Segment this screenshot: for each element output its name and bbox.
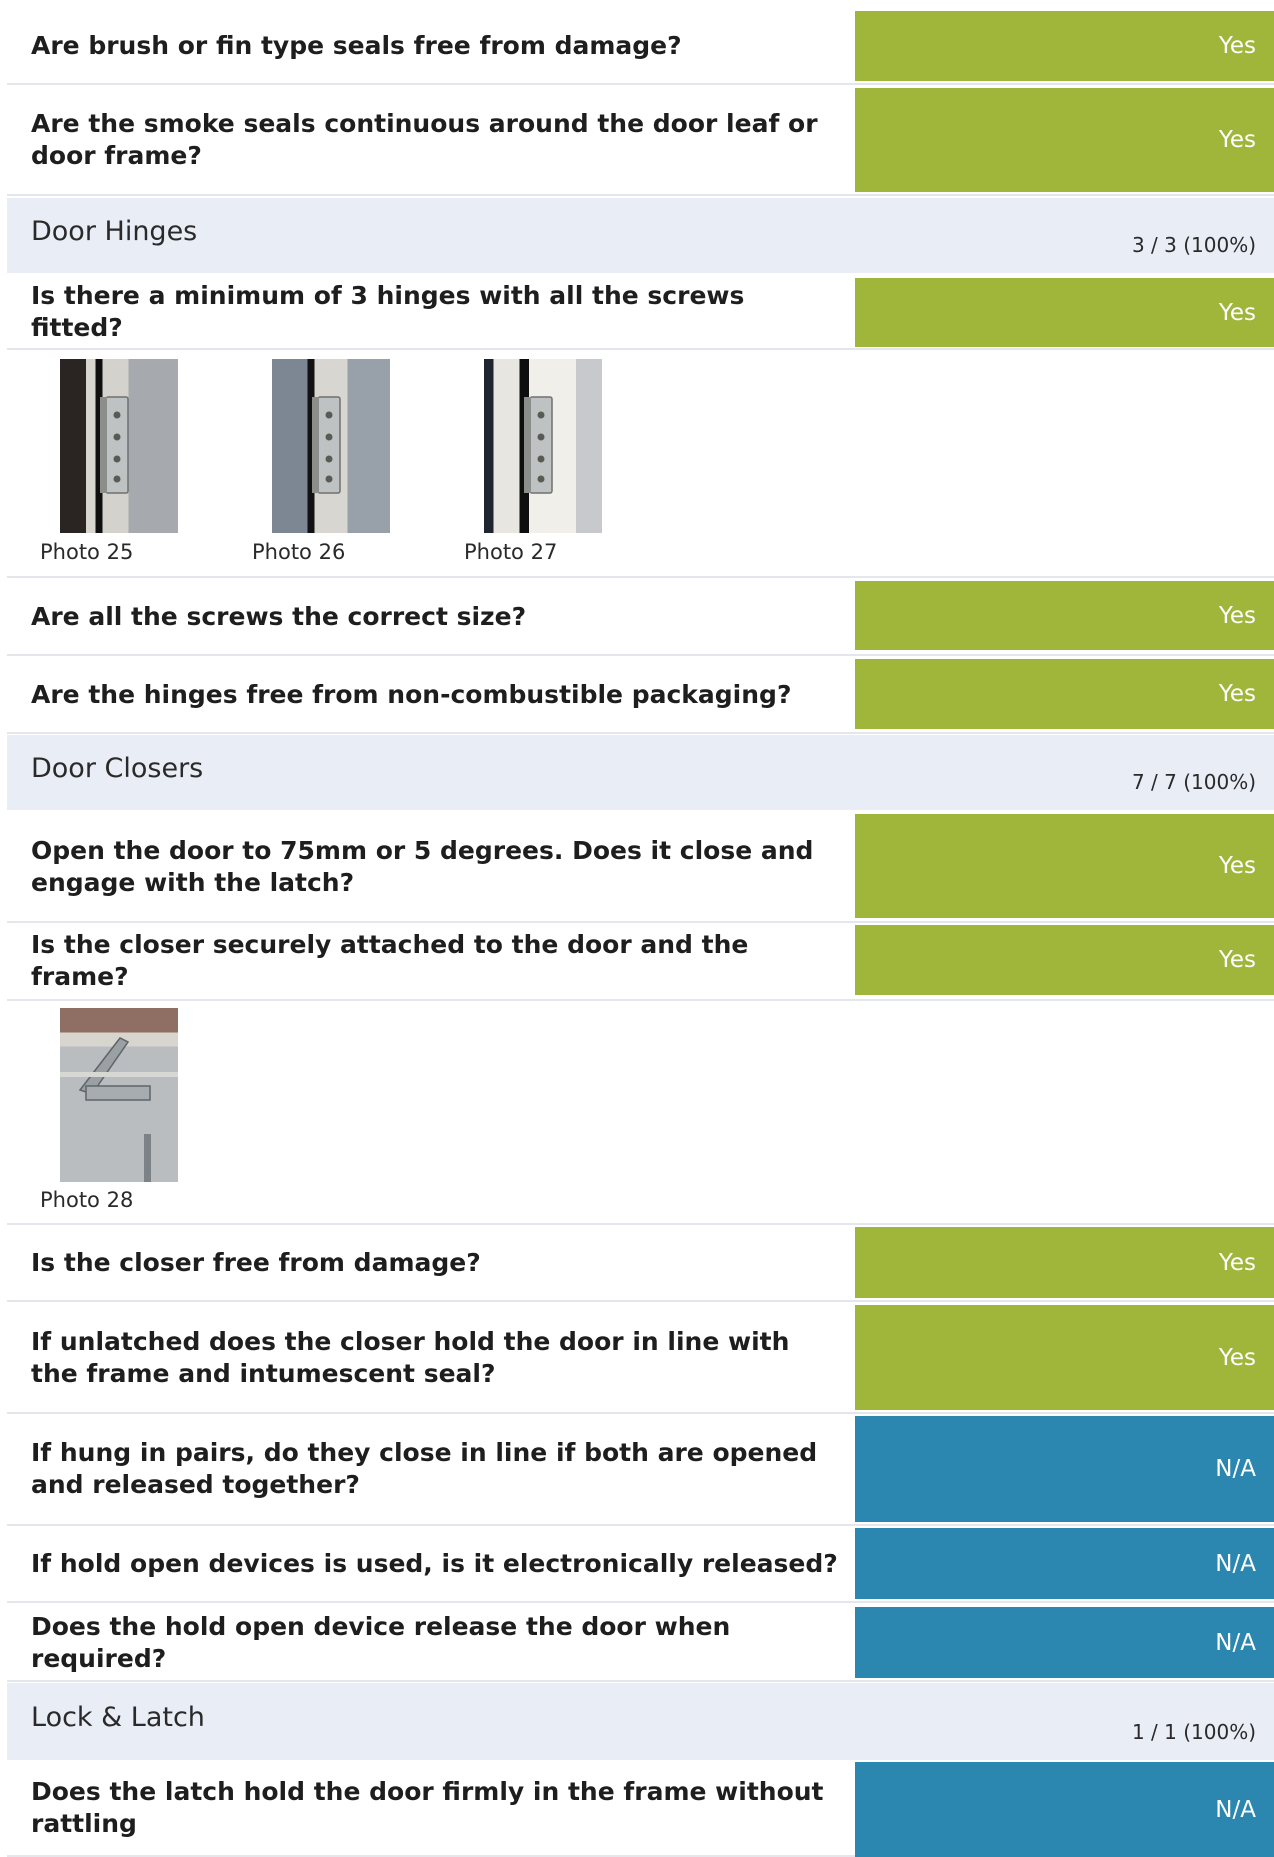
photo-caption: Photo 27 xyxy=(464,540,558,564)
answer-badge: N/A xyxy=(855,1528,1274,1599)
question-row: Are the smoke seals continuous around th… xyxy=(7,88,1274,196)
hinge-image xyxy=(524,396,553,494)
hinge-image xyxy=(312,396,341,494)
answer-badge: N/A xyxy=(855,1762,1274,1857)
question-row: If hung in pairs, do they close in line … xyxy=(7,1416,1274,1526)
question-text: If unlatched does the closer hold the do… xyxy=(31,1326,790,1388)
question-text: Is there a minimum of 3 hinges with all … xyxy=(31,281,745,342)
question-row: Is the closer free from damage? Yes xyxy=(7,1227,1274,1302)
photo-thumbnail[interactable] xyxy=(272,359,390,533)
question-text: Are all the screws the correct size? xyxy=(31,601,527,631)
question-text: If hung in pairs, do they close in line … xyxy=(31,1438,818,1499)
door-closer-image xyxy=(60,1037,178,1182)
answer-badge: Yes xyxy=(855,1305,1274,1410)
question-text: Does the hold open device release the do… xyxy=(31,1611,731,1673)
inspection-report: Are brush or fin type seals free from da… xyxy=(0,0,1274,1857)
photo-gallery: Photo 25 Photo 26 Photo 27 xyxy=(7,350,1274,578)
question-text: Is the closer free from damage? xyxy=(31,1247,481,1277)
question-row: Open the door to 75mm or 5 degrees. Does… xyxy=(7,814,1274,923)
photo-caption: Photo 28 xyxy=(40,1188,134,1212)
question-text: If hold open devices is used, is it elec… xyxy=(31,1548,838,1578)
section-header: Door Hinges 3 / 3 (100%) xyxy=(7,198,1274,273)
answer-badge: Yes xyxy=(855,11,1274,81)
section-header: Door Closers 7 / 7 (100%) xyxy=(7,735,1274,810)
photo-thumbnail[interactable] xyxy=(484,359,602,533)
hinge-image xyxy=(100,396,129,494)
question-row: Does the hold open device release the do… xyxy=(7,1607,1274,1682)
section-score: 3 / 3 (100%) xyxy=(1131,233,1256,257)
answer-badge: Yes xyxy=(855,925,1274,995)
question-text: Are the smoke seals continuous around th… xyxy=(31,109,818,170)
section-title: Door Hinges xyxy=(31,216,198,247)
photo-thumbnail[interactable] xyxy=(60,359,178,533)
question-row: If unlatched does the closer hold the do… xyxy=(7,1305,1274,1414)
question-row: Are the hinges free from non-combustible… xyxy=(7,659,1274,734)
answer-badge: Yes xyxy=(855,1227,1274,1298)
photo-thumbnail[interactable] xyxy=(60,1008,178,1182)
answer-badge: N/A xyxy=(855,1416,1274,1522)
question-row: If hold open devices is used, is it elec… xyxy=(7,1528,1274,1603)
question-row: Is the closer securely attached to the d… xyxy=(7,925,1274,1001)
question-text: Are the hinges free from non-combustible… xyxy=(31,679,792,709)
question-text: Does the latch hold the door firmly in t… xyxy=(31,1776,824,1838)
section-header: Lock & Latch 1 / 1 (100%) xyxy=(7,1683,1274,1760)
section-title: Lock & Latch xyxy=(31,1702,205,1733)
photo-caption: Photo 25 xyxy=(40,540,134,564)
photo-gallery: Photo 28 xyxy=(7,1001,1274,1225)
question-row: Is there a minimum of 3 hinges with all … xyxy=(7,278,1274,350)
answer-badge: Yes xyxy=(855,278,1274,347)
answer-badge: Yes xyxy=(855,581,1274,650)
answer-badge: Yes xyxy=(855,88,1274,192)
question-row: Does the latch hold the door firmly in t… xyxy=(7,1762,1274,1857)
section-score: 1 / 1 (100%) xyxy=(1131,1720,1256,1744)
answer-badge: Yes xyxy=(855,659,1274,729)
question-text: Open the door to 75mm or 5 degrees. Does… xyxy=(31,835,814,897)
section-title: Door Closers xyxy=(31,753,204,784)
answer-badge: Yes xyxy=(855,814,1274,918)
question-text: Is the closer securely attached to the d… xyxy=(31,930,749,991)
question-text: Are brush or fin type seals free from da… xyxy=(31,31,682,60)
question-row: Are brush or fin type seals free from da… xyxy=(7,11,1274,85)
question-row: Are all the screws the correct size? Yes xyxy=(7,581,1274,656)
section-score: 7 / 7 (100%) xyxy=(1131,770,1256,794)
photo-caption: Photo 26 xyxy=(252,540,346,564)
answer-badge: N/A xyxy=(855,1607,1274,1678)
